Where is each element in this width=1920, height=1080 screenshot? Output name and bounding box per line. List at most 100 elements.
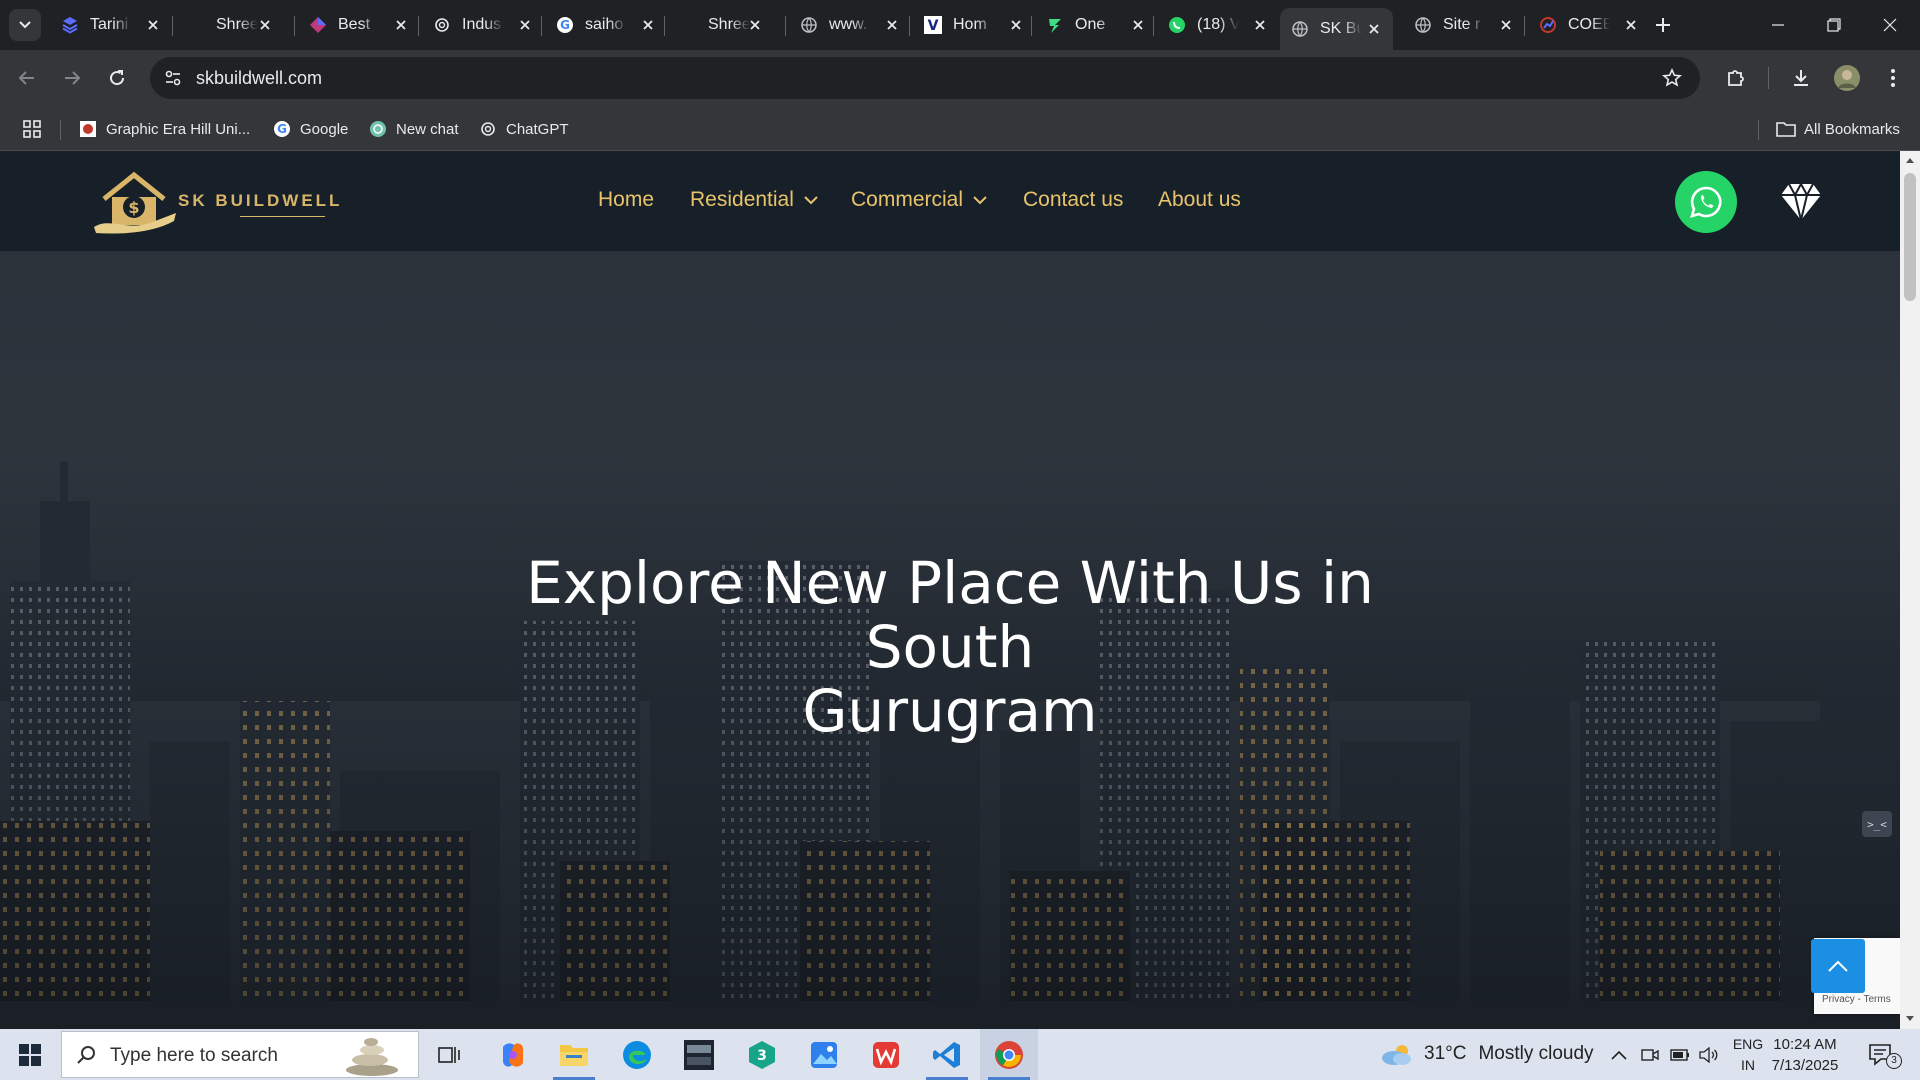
new-tab-button[interactable] [1650,12,1676,38]
tab-1[interactable]: Shree [176,8,284,42]
close-icon[interactable] [1497,16,1515,34]
tab-label: Hom [953,16,987,33]
all-bookmarks-button[interactable]: All Bookmarks [1776,117,1900,141]
nav-label: Contact us [1023,188,1124,211]
scroll-down-arrow-icon[interactable] [1904,1013,1916,1025]
bookmark-graphic-era[interactable]: Graphic Era Hill Uni... [78,117,250,141]
battery-status[interactable] [1668,1042,1692,1068]
copilot-app[interactable] [484,1029,542,1080]
close-icon[interactable] [639,16,657,34]
nav-home[interactable]: Home [598,188,654,212]
vscode-app[interactable] [918,1029,976,1080]
nav-residential[interactable]: Residential [690,188,818,212]
bookmark-google[interactable]: G Google [272,117,348,141]
close-icon[interactable] [1622,16,1640,34]
site-logo[interactable]: $ SK BUILDWELL [90,169,350,235]
close-icon[interactable] [1129,16,1147,34]
scroll-to-top-button[interactable] [1811,939,1865,993]
back-button[interactable] [11,62,43,94]
tab-5[interactable]: Shree [668,8,774,42]
tab-6[interactable]: www. [789,8,911,42]
file-explorer-app[interactable] [545,1029,603,1080]
svg-text:G: G [560,18,570,32]
forward-button[interactable] [56,62,88,94]
extensions-button[interactable] [1720,62,1752,94]
apps-button[interactable] [22,117,42,141]
tab-11[interactable]: Site r [1403,8,1525,42]
logo-text: SK BUILDWELL [178,191,343,210]
tab-label: Indus [462,16,502,33]
tab-label: One [1075,16,1106,33]
downloads-button[interactable] [1785,62,1817,94]
3d-viewer-app[interactable]: 3 [733,1029,791,1080]
input-language[interactable]: ENG IN [1728,1034,1768,1076]
photos-app[interactable] [795,1029,853,1080]
volume-button[interactable] [1697,1042,1721,1068]
profile-avatar[interactable] [1831,62,1863,94]
tab-2[interactable]: Best [298,8,420,42]
url-text[interactable]: skbuildwell.com [196,68,322,89]
taskbar-search-box[interactable]: Type here to search [61,1031,419,1078]
close-icon[interactable] [883,16,901,34]
tab-7[interactable]: V Hom [913,8,1035,42]
bookmark-chatgpt[interactable]: ChatGPT [478,117,569,141]
weather-widget[interactable]: 31°C Mostly cloudy [1380,1042,1594,1066]
windows-logo-icon [19,1043,41,1066]
bookmark-label: Google [300,120,349,138]
site-info-icon[interactable] [164,69,182,87]
reload-button[interactable] [101,62,133,94]
close-icon[interactable] [1251,16,1269,34]
diamond-icon[interactable] [1778,179,1824,225]
close-icon[interactable] [1365,20,1383,38]
wps-office-app[interactable] [857,1029,915,1080]
scroll-up-arrow-icon[interactable] [1904,154,1916,166]
apps-grid-icon [23,120,41,138]
tab-12[interactable]: COEE [1528,8,1650,42]
svg-text:V: V [928,18,939,34]
tab-0[interactable]: Tarini [50,8,172,42]
close-icon[interactable] [746,16,764,34]
close-window-button[interactable] [1862,0,1918,50]
minimize-button[interactable] [1750,0,1806,50]
tab-4[interactable]: G saiho [545,8,667,42]
task-view-button[interactable] [420,1029,478,1080]
nav-commercial[interactable]: Commercial [851,188,987,212]
start-button[interactable] [0,1029,60,1080]
close-icon[interactable] [256,16,274,34]
search-icon [77,1046,95,1064]
close-icon[interactable] [516,16,534,34]
star-icon[interactable] [1662,68,1682,88]
video-camera-icon [1641,1049,1659,1061]
tab-10-active[interactable]: SK Bu [1280,8,1393,50]
system-clock[interactable]: 10:24 AM 7/13/2025 [1765,1034,1845,1076]
tab-3[interactable]: Indus [422,8,544,42]
page-scrollbar[interactable] [1900,151,1920,1029]
download-icon [1794,70,1808,86]
terminal-icon[interactable]: >_< [1862,811,1892,837]
menu-button[interactable] [1877,62,1909,94]
minecraft-app[interactable] [670,1029,728,1080]
tab-search-button[interactable] [9,9,41,41]
scrollbar-thumb[interactable] [1904,173,1916,301]
nav-label: About us [1158,188,1241,211]
nav-contact-us[interactable]: Contact us [1023,188,1123,212]
chevron-down-icon [19,21,31,29]
meet-now-button[interactable] [1638,1042,1662,1068]
close-icon[interactable] [392,16,410,34]
tray-overflow-button[interactable] [1607,1042,1631,1068]
weather-description: Mostly cloudy [1478,1043,1594,1064]
recaptcha-links[interactable]: Privacy - Terms [1822,994,1891,1005]
tab-9[interactable]: (18) V [1157,8,1279,42]
close-icon[interactable] [144,16,162,34]
close-icon[interactable] [1007,16,1025,34]
bookmark-new-chat[interactable]: New chat [368,117,459,141]
restore-button[interactable] [1806,0,1862,50]
whatsapp-button[interactable] [1675,171,1737,233]
nav-about-us[interactable]: About us [1158,188,1241,212]
chrome-app[interactable] [980,1029,1038,1080]
address-bar[interactable]: skbuildwell.com [150,57,1700,99]
notification-center-button[interactable]: 3 [1860,1039,1902,1071]
close-icon [1883,18,1897,32]
edge-app[interactable] [608,1029,666,1080]
tab-8[interactable]: One [1035,8,1157,42]
